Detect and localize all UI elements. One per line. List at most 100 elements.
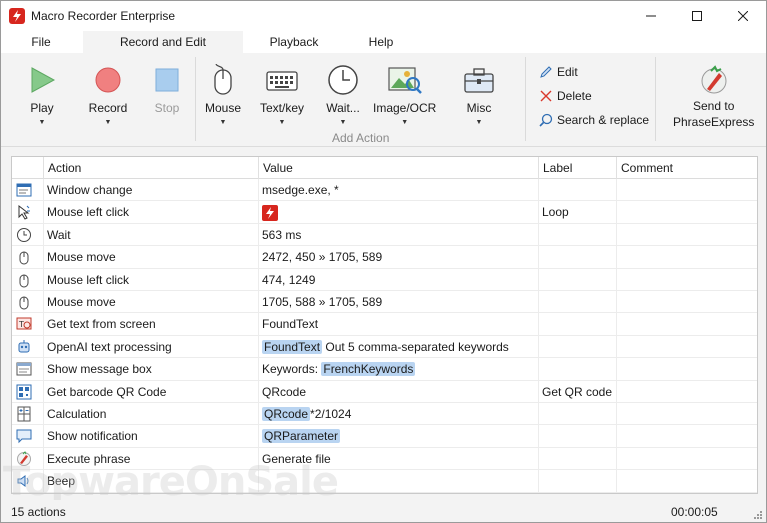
close-button[interactable]: [720, 1, 766, 31]
mouse-label: Mouse: [204, 101, 242, 115]
mouse-icon: [19, 274, 29, 288]
stop-icon: [155, 68, 179, 92]
column-header-comment[interactable]: Comment: [616, 157, 757, 179]
table-row[interactable]: Beep: [12, 470, 757, 493]
clock-icon: [328, 65, 358, 95]
screen-text-icon: T: [16, 317, 32, 330]
svg-text:T: T: [18, 320, 24, 329]
action-cell: OpenAI text processing: [47, 339, 172, 354]
action-count: 15 actions: [11, 505, 66, 519]
chevron-down-icon: ▼: [38, 119, 46, 126]
play-button[interactable]: Play ▼: [22, 63, 62, 126]
ribbon: Play ▼ Record ▼ Stop Mouse ▼ Text/key ▼ …: [1, 53, 766, 147]
table-row[interactable]: T Get text from screen FoundText: [12, 313, 757, 336]
tab-playback[interactable]: Playback: [263, 31, 325, 53]
table-row[interactable]: Wait 563 ms: [12, 224, 757, 247]
mouse-icon: [214, 64, 232, 95]
minimize-icon: [646, 15, 656, 17]
wait-label: Wait...: [326, 101, 360, 115]
macro-action-table[interactable]: Action Value Label Comment Window change…: [11, 156, 758, 494]
action-cell: Calculation: [47, 407, 107, 421]
delete-icon: [540, 90, 552, 102]
robot-icon: [18, 339, 30, 353]
add-action-group-label: Add Action: [332, 131, 390, 145]
action-cell: Beep: [47, 474, 76, 489]
value-cell: FoundText: [262, 317, 319, 332]
table-row[interactable]: Get barcode QR Code QRcode Get QR code: [12, 381, 757, 403]
ribbon-divider: [525, 57, 526, 141]
variable-chip[interactable]: FrenchKeywords: [321, 362, 416, 377]
misc-button[interactable]: Misc ▼: [459, 63, 499, 126]
action-cell: Show message box: [47, 362, 152, 377]
clock-icon: [17, 227, 31, 242]
table-row[interactable]: Show notification QRParameter: [12, 425, 757, 448]
stop-label: Stop: [154, 101, 180, 115]
table-row[interactable]: Show message box Keywords: FrenchKeywords: [12, 358, 757, 381]
ribbon-divider: [195, 57, 196, 141]
mouse-click-icon: [18, 205, 30, 221]
close-icon: [738, 11, 748, 21]
table-row[interactable]: OpenAI text processing FoundText Out 5 co…: [12, 336, 757, 359]
qr-code-icon: [16, 384, 32, 400]
play-icon: [31, 67, 56, 93]
record-label: Record: [88, 101, 128, 115]
action-cell: Window change: [47, 183, 133, 197]
table-row[interactable]: Mouse left click 474, 1249: [12, 269, 757, 291]
wait-button[interactable]: Wait... ▼: [323, 63, 363, 126]
record-button[interactable]: Record ▼: [88, 63, 128, 126]
action-cell: Mouse left click: [47, 205, 130, 220]
tab-file[interactable]: File: [21, 31, 61, 53]
delete-button[interactable]: Delete: [539, 89, 592, 103]
keyboard-icon: [266, 71, 298, 91]
value-cell: 474, 1249: [262, 272, 316, 287]
phraseexpress-icon: [701, 65, 727, 94]
text-key-button[interactable]: Text/key ▼: [260, 63, 304, 126]
variable-chip[interactable]: QRParameter: [262, 429, 341, 444]
value-cell: Keywords: FrenchKeywords: [262, 362, 416, 377]
table-row[interactable]: Execute phrase Generate file: [12, 448, 757, 471]
table-row[interactable]: Window change msedge.exe, *: [12, 179, 757, 202]
action-cell: Mouse move: [47, 295, 116, 309]
variable-chip[interactable]: QRcode: [262, 407, 311, 421]
resize-grip-icon[interactable]: [752, 509, 762, 519]
image-ocr-icon: [388, 67, 422, 94]
notification-icon: [16, 429, 32, 444]
minimize-button[interactable]: [628, 1, 674, 31]
chevron-down-icon: ▼: [219, 119, 227, 126]
mouse-button[interactable]: Mouse ▼: [203, 63, 243, 126]
phraseexpress-label: PhraseExpress: [673, 115, 755, 129]
search-replace-button[interactable]: Search & replace: [539, 113, 649, 127]
table-row[interactable]: Mouse move 1705, 588 » 1705, 589: [12, 291, 757, 314]
tab-record-and-edit[interactable]: Record and Edit: [83, 31, 243, 53]
edit-button[interactable]: Edit: [539, 65, 578, 79]
chevron-down-icon: ▼: [104, 119, 112, 126]
value-cell: 1705, 588 » 1705, 589: [262, 295, 383, 309]
stop-button[interactable]: Stop: [147, 63, 187, 115]
maximize-icon: [692, 11, 702, 21]
message-box-icon: [16, 362, 32, 376]
search-icon: [539, 113, 553, 127]
maximize-button[interactable]: [674, 1, 720, 31]
value-cell: QRcode *2/1024: [262, 407, 352, 421]
value-cell: Generate file: [262, 451, 331, 466]
table-row[interactable]: Calculation QRcode *2/1024: [12, 403, 757, 426]
status-bar: 15 actions 00:00:05: [1, 500, 766, 522]
table-row[interactable]: Mouse left click Loop: [12, 201, 757, 224]
column-header-action[interactable]: Action: [43, 157, 257, 179]
edit-label: Edit: [557, 65, 578, 79]
variable-chip[interactable]: FoundText: [262, 339, 323, 354]
table-row[interactable]: Mouse move 2472, 450 » 1705, 589: [12, 246, 757, 269]
column-header-value[interactable]: Value: [258, 157, 538, 179]
image-ocr-button[interactable]: Image/OCR ▼: [373, 63, 436, 126]
value-cell: QRParameter: [262, 425, 341, 447]
value-cell: FoundText Out 5 comma-separated keywords: [262, 339, 509, 354]
chevron-down-icon: ▼: [339, 119, 347, 126]
ribbon-divider: [655, 57, 656, 141]
send-to-phraseexpress-button[interactable]: Send to PhraseExpress: [673, 63, 754, 129]
tab-help[interactable]: Help: [361, 31, 401, 53]
value-cell: 563 ms: [262, 227, 302, 242]
action-cell: Mouse left click: [47, 272, 130, 287]
misc-label: Misc: [466, 101, 492, 115]
column-header-label[interactable]: Label: [538, 157, 616, 179]
pencil-icon: [540, 66, 552, 78]
